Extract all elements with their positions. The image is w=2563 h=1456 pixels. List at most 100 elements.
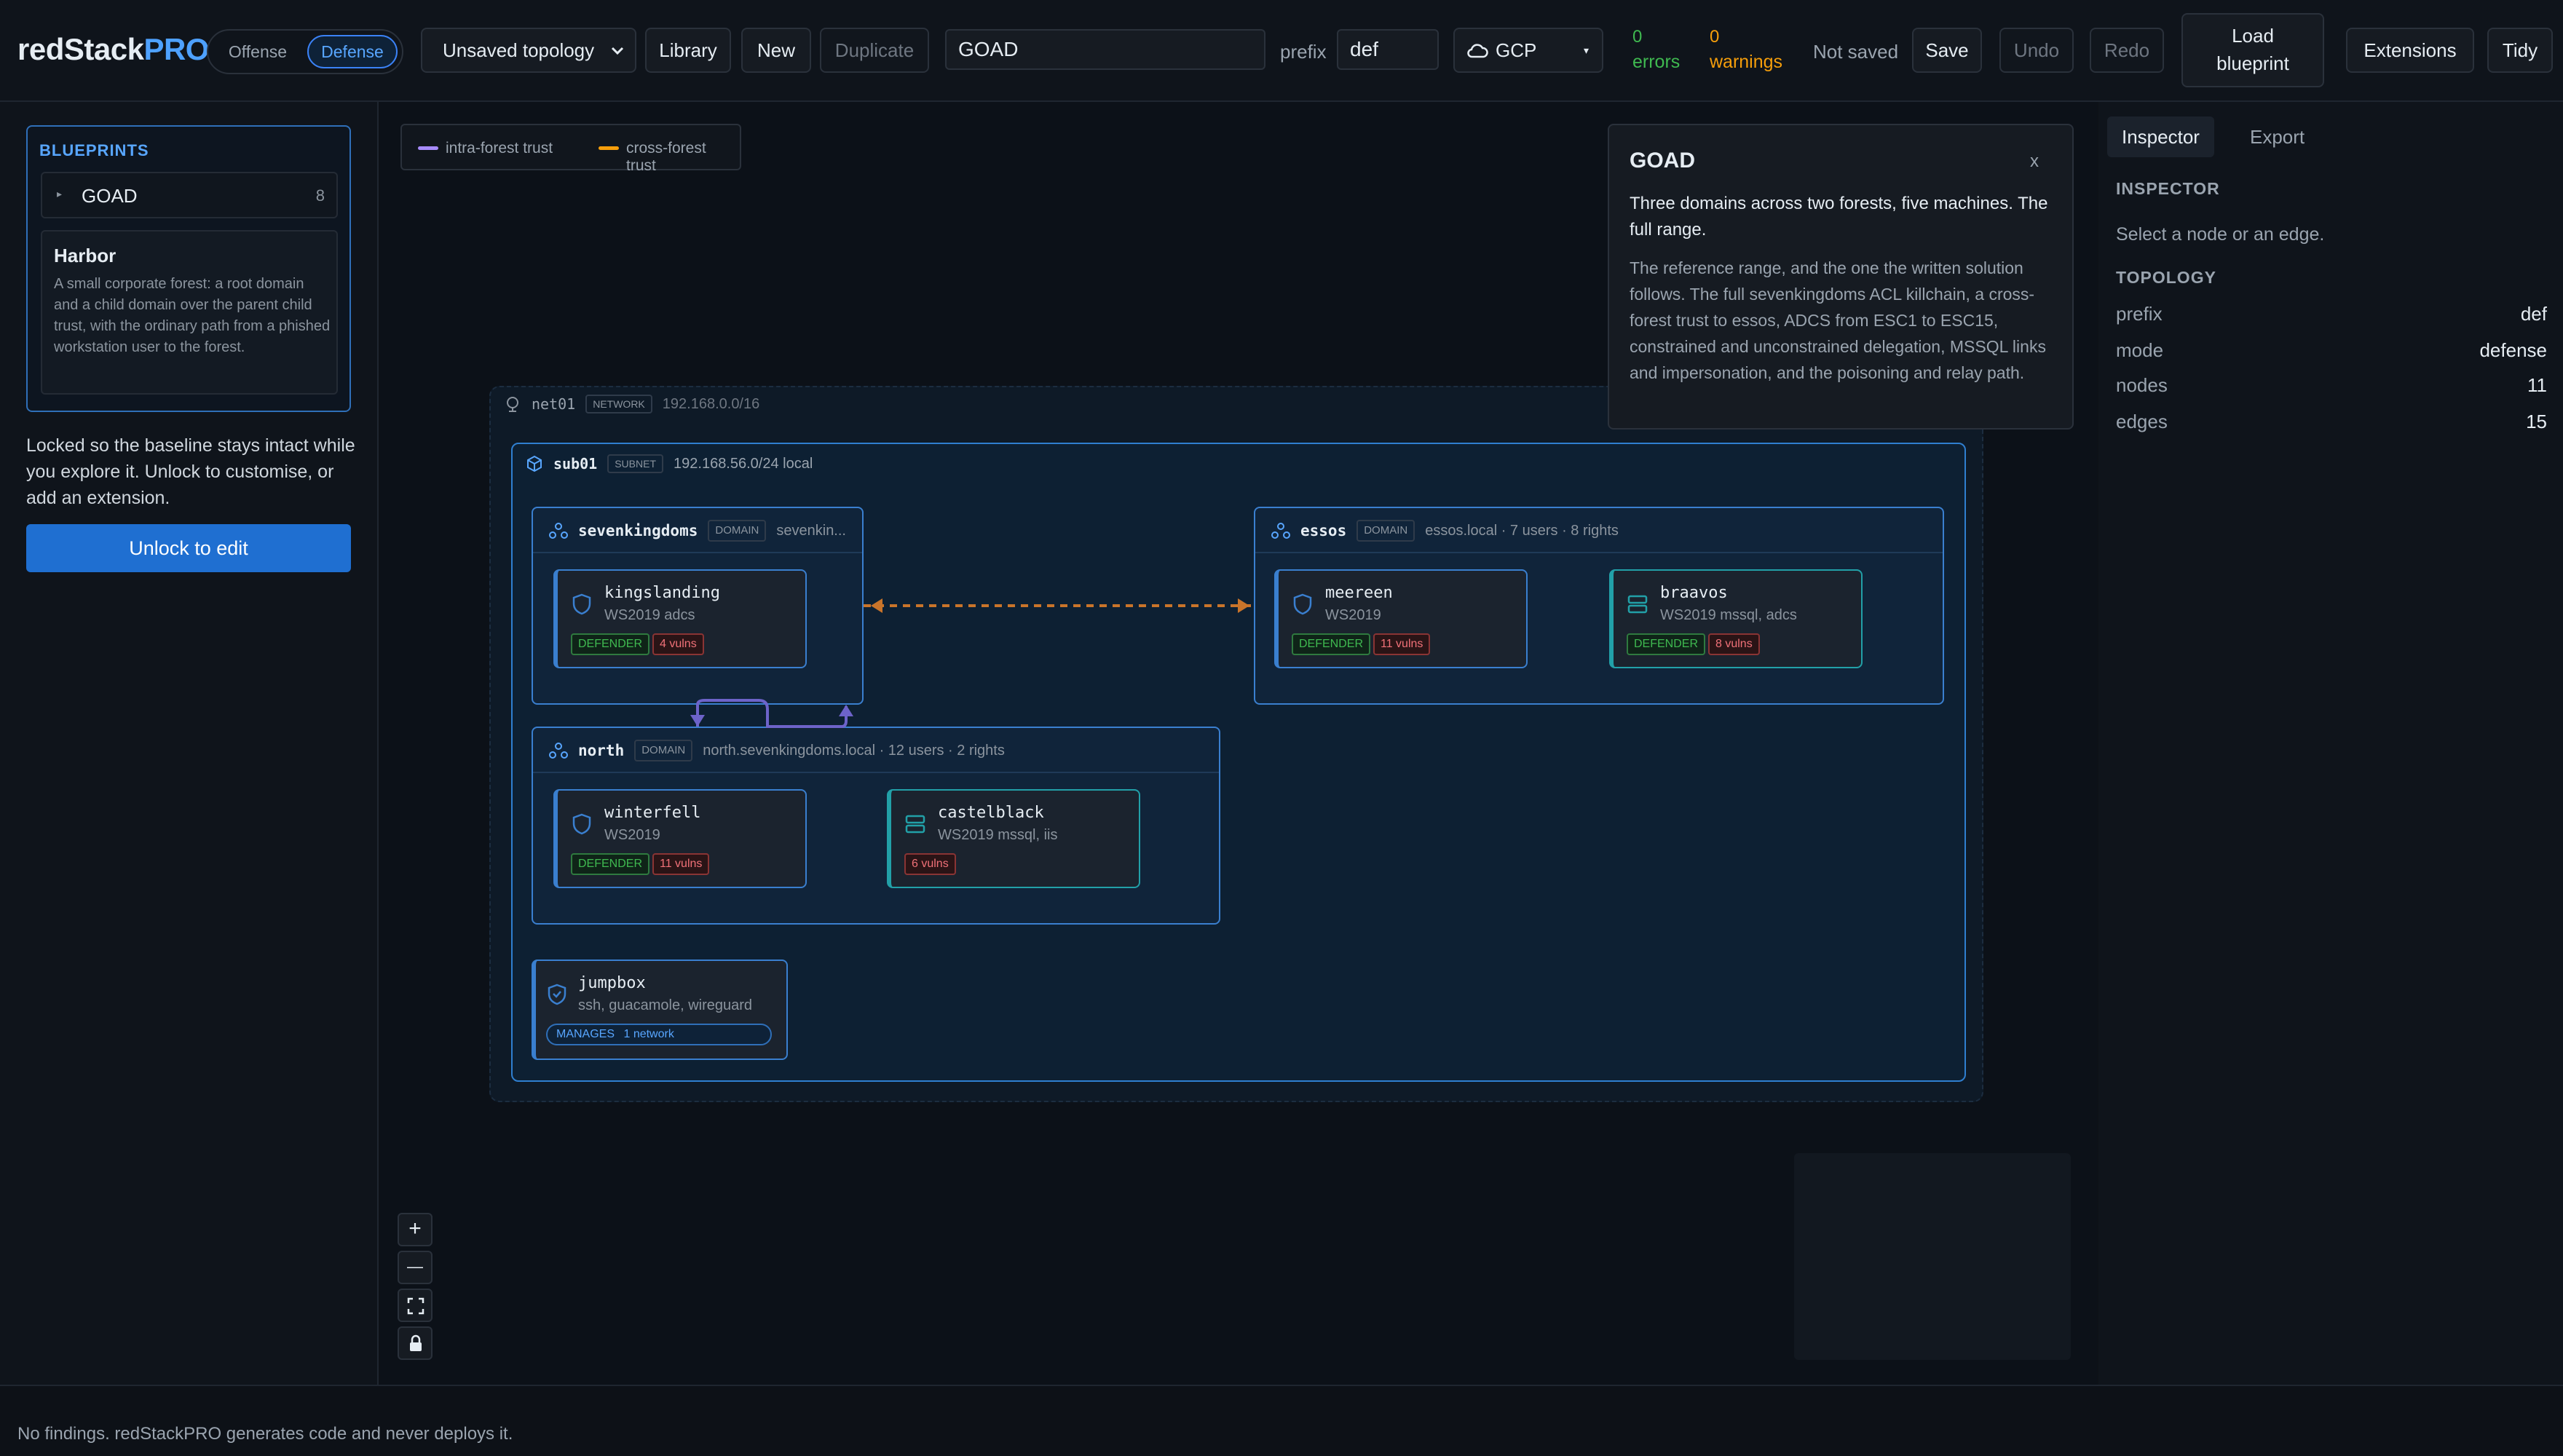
status-bar: No findings. redStackPRO generates code …: [0, 1385, 2563, 1456]
node-castelblack[interactable]: castelblack WS2019 mssql, iis 6 vulns: [887, 789, 1140, 888]
database-server-icon: [1627, 595, 1648, 614]
cloud-provider-select[interactable]: GCP ▾: [1453, 28, 1603, 73]
app-logo: redStackPRO: [17, 32, 209, 66]
node-kingslanding[interactable]: kingslanding WS2019 adcs DEFENDER 4 vuln…: [553, 569, 807, 668]
defender-badge: DEFENDER: [571, 633, 650, 655]
right-panel: Inspector Export INSPECTOR Select a node…: [2098, 102, 2563, 1385]
node-braavos[interactable]: braavos WS2019 mssql, adcs DEFENDER 8 vu…: [1609, 569, 1863, 668]
vulns-badge: 4 vulns: [652, 633, 704, 655]
node-os: WS2019 mssql, iis: [938, 827, 1058, 843]
vulns-badge: 8 vulns: [1708, 633, 1760, 655]
shield-icon: [572, 813, 591, 835]
caret-icon: ▾: [1583, 44, 1589, 56]
fit-view-icon: [407, 1297, 424, 1315]
new-button[interactable]: New: [741, 28, 811, 73]
load-blueprint-line2: blueprint: [2216, 52, 2289, 74]
blueprint-card-title: Harbor: [54, 245, 116, 266]
row-key: nodes: [2116, 374, 2168, 396]
blueprint-item-count: 8: [315, 186, 325, 205]
mode-defense-button[interactable]: Defense: [307, 35, 398, 68]
node-os: WS2019: [1325, 607, 1381, 623]
topology-select[interactable]: Unsaved topology: [421, 28, 636, 73]
fit-view-button[interactable]: [398, 1289, 433, 1322]
arrowhead-icon: [690, 715, 705, 727]
vulns-badge: 11 vulns: [652, 853, 710, 875]
undo-button[interactable]: Undo: [1999, 28, 2074, 73]
tab-export[interactable]: Export: [2235, 116, 2319, 157]
save-button[interactable]: Save: [1912, 28, 1982, 73]
blueprint-info-popover: GOAD x Three domains across two forests,…: [1608, 124, 2074, 430]
top-toolbar: redStackPRO Offense Defense Unsaved topo…: [0, 0, 2563, 102]
inspector-hint: Select a node or an edge.: [2116, 224, 2325, 245]
row-value: 15: [2526, 411, 2547, 432]
lock-icon: [410, 1334, 422, 1351]
node-name: meereen: [1325, 584, 1393, 602]
topology-row-prefix: prefix def: [2116, 303, 2547, 325]
redo-button[interactable]: Redo: [2090, 28, 2164, 73]
topology-row-edges: edges 15: [2116, 411, 2547, 433]
minimap[interactable]: [1794, 1153, 2071, 1360]
lock-canvas-button[interactable]: [398, 1326, 433, 1360]
errors-label: errors: [1632, 52, 1681, 72]
vulns-badge: 11 vulns: [1373, 633, 1431, 655]
mode-toggle: Offense Defense: [207, 29, 403, 74]
prefix-input[interactable]: def: [1337, 29, 1439, 70]
save-status: Not saved: [1813, 41, 1899, 63]
blueprint-item-goad[interactable]: ▸ GOAD 8: [41, 172, 338, 218]
unlock-to-edit-button[interactable]: Unlock to edit: [26, 524, 351, 572]
blueprint-card-desc: A small corporate forest: a root domain …: [54, 276, 331, 355]
expand-triangle-icon: ▸: [57, 188, 63, 199]
row-value: def: [2520, 303, 2547, 325]
node-os: WS2019: [604, 827, 660, 843]
load-blueprint-button[interactable]: Load blueprint: [2181, 13, 2324, 87]
defender-badge: DEFENDER: [1627, 633, 1706, 655]
errors-indicator: 0 errors: [1632, 25, 1680, 74]
popover-title: GOAD: [1630, 149, 1695, 173]
topology-name-input[interactable]: GOAD: [945, 29, 1265, 70]
blueprint-card-harbor[interactable]: Harbor A small corporate forest: a root …: [41, 230, 338, 395]
close-icon[interactable]: x: [2030, 151, 2039, 172]
row-value: defense: [2479, 339, 2547, 361]
blueprints-title: BLUEPRINTS: [39, 141, 149, 159]
tab-inspector[interactable]: Inspector: [2107, 116, 2214, 157]
topology-row-nodes: nodes 11: [2116, 374, 2547, 397]
node-name: castelblack: [938, 804, 1044, 822]
topology-row-mode: mode defense: [2116, 339, 2547, 362]
errors-count: 0: [1632, 27, 1643, 47]
row-value: 11: [2527, 374, 2547, 396]
blueprints-panel: BLUEPRINTS ▸ GOAD 8 Harbor A small corpo…: [26, 125, 351, 412]
topology-title: TOPOLOGY: [2116, 268, 2216, 287]
arrowhead-icon: [1238, 598, 1249, 613]
topology-select-label: Unsaved topology: [443, 39, 595, 61]
manages-label: MANAGES: [556, 1028, 615, 1040]
shield-icon: [572, 593, 591, 615]
status-text: No findings. redStackPRO generates code …: [17, 1424, 513, 1444]
warnings-count: 0: [1710, 27, 1720, 47]
prefix-label: prefix: [1280, 41, 1327, 63]
intra-forest-trust-edge[interactable]: [696, 699, 848, 728]
mode-offense-button[interactable]: Offense: [214, 35, 301, 68]
node-name: jumpbox: [578, 974, 646, 992]
arrowhead-icon: [839, 705, 853, 716]
vulns-badge: 6 vulns: [904, 853, 956, 875]
node-os: WS2019 adcs: [604, 607, 695, 623]
node-jumpbox[interactable]: jumpbox ssh, guacamole, wireguard MANAGE…: [532, 960, 788, 1060]
defender-badge: DEFENDER: [1292, 633, 1371, 655]
popover-body: The reference range, and the one the wri…: [1630, 258, 2046, 382]
duplicate-button[interactable]: Duplicate: [820, 28, 929, 73]
extensions-button[interactable]: Extensions: [2346, 28, 2474, 73]
library-button[interactable]: Library: [645, 28, 731, 73]
zoom-out-button[interactable]: —: [398, 1251, 433, 1284]
zoom-in-button[interactable]: +: [398, 1213, 433, 1246]
tidy-button[interactable]: Tidy: [2487, 28, 2553, 73]
left-sidebar: BLUEPRINTS ▸ GOAD 8 Harbor A small corpo…: [0, 102, 379, 1385]
warnings-label: warnings: [1710, 52, 1783, 72]
load-blueprint-line1: Load: [2232, 25, 2274, 47]
node-name: winterfell: [604, 804, 701, 822]
node-meereen[interactable]: meereen WS2019 DEFENDER 11 vulns: [1274, 569, 1528, 668]
cloud-icon: [1467, 44, 1488, 58]
node-name: kingslanding: [604, 584, 720, 602]
node-winterfell[interactable]: winterfell WS2019 DEFENDER 11 vulns: [553, 789, 807, 888]
manages-badge: MANAGES 1 network: [546, 1024, 772, 1045]
topology-canvas[interactable]: intra-forest trust cross-forest trust ne…: [380, 102, 2097, 1385]
